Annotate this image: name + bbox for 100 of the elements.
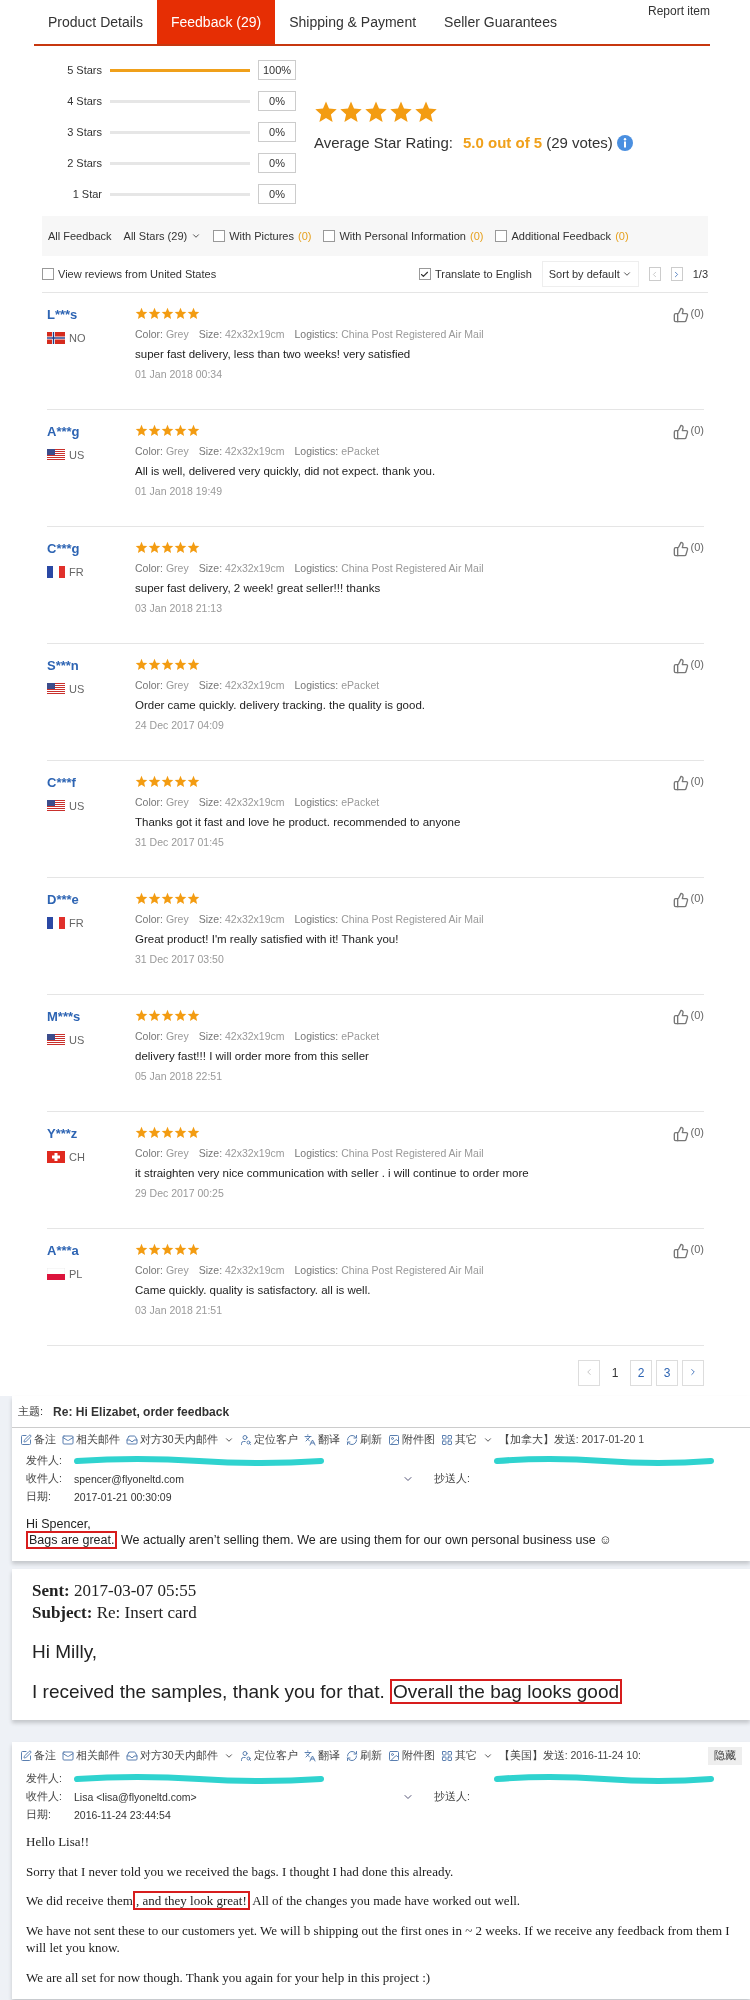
checkbox[interactable]: [323, 230, 336, 242]
like-button[interactable]: (0): [672, 892, 704, 912]
filter-count: (0): [297, 230, 312, 242]
star-icon: [135, 541, 148, 554]
reviewer-name[interactable]: A***g: [47, 424, 135, 439]
star-filter-dropdown[interactable]: All Stars (29): [123, 230, 202, 242]
review-date: 24 Dec 2017 04:09: [135, 719, 225, 731]
average-score: 5.0 out of 5: [463, 134, 543, 151]
star-icon: [174, 1009, 187, 1022]
flag-icon: [47, 917, 65, 929]
checkbox-label[interactable]: With Personal Information: [339, 230, 466, 242]
email-subject: Re: Hi Elizabet, order feedback: [53, 1404, 230, 1419]
like-button[interactable]: (0): [672, 775, 704, 795]
next-page-button[interactable]: [670, 267, 683, 281]
star-icon: [148, 307, 161, 320]
recipient-address: Lisa <lisa@flyoneltd.com>: [74, 1790, 197, 1803]
toolbar-button[interactable]: 定位客户: [239, 1748, 298, 1763]
page-button[interactable]: 2: [630, 1360, 652, 1386]
toolbar-button[interactable]: 附件图: [387, 1748, 435, 1763]
email-date: 2017-01-21 00:30:09: [74, 1491, 173, 1503]
reviewer-name[interactable]: A***a: [47, 1243, 135, 1258]
checkbox-label[interactable]: Additional Feedback: [511, 230, 612, 242]
info-icon[interactable]: [616, 134, 633, 151]
vote-count: (29 votes): [546, 134, 613, 151]
user-search-icon: [239, 1434, 252, 1446]
like-button[interactable]: (0): [672, 1243, 704, 1263]
email-paragraph: Bags are great. We actually aren’t selling them. We are using them for our own personal business use ☺: [26, 1532, 736, 1549]
reviewer-name[interactable]: D***e: [47, 892, 135, 907]
tab[interactable]: Seller Guarantees: [430, 0, 571, 44]
thumbs-up-icon: [672, 1243, 689, 1259]
sort-dropdown[interactable]: Sort by default: [541, 261, 639, 287]
toolbar-button[interactable]: 翻译: [303, 1433, 340, 1447]
caret-icon: [223, 1435, 234, 1445]
reviewer-name[interactable]: S***n: [47, 658, 135, 673]
flag-icon: [47, 1034, 65, 1046]
checkbox[interactable]: [42, 268, 54, 280]
toolbar-button[interactable]: 对方30天内邮件: [126, 1748, 234, 1763]
pencil-icon: [20, 1434, 32, 1446]
reviewer-name[interactable]: M***s: [47, 1009, 135, 1024]
reviewer-name[interactable]: C***g: [47, 541, 135, 556]
checkbox[interactable]: [418, 268, 431, 280]
toolbar-button[interactable]: 刷新: [345, 1748, 382, 1763]
toolbar-button[interactable]: 备注: [20, 1748, 56, 1763]
user-search-icon: [239, 1749, 252, 1762]
sent-time: 【加拿大】发送: 2017-01-20 1: [498, 1433, 644, 1447]
report-link[interactable]: Report item: [647, 0, 710, 44]
country-code: US: [69, 800, 85, 812]
tab[interactable]: Feedback (29): [156, 0, 276, 44]
toolbar-button[interactable]: 翻译: [303, 1748, 340, 1763]
filter-count: (0): [470, 230, 484, 242]
toolbar-button[interactable]: 刷新: [345, 1433, 382, 1447]
page-button[interactable]: 3: [656, 1360, 678, 1386]
product-attribute: Size: 42x32x19cm: [198, 913, 285, 925]
star-icon: [135, 424, 148, 437]
reviewer-name[interactable]: Y***z: [47, 1126, 135, 1141]
toolbar-button[interactable]: 相关邮件: [62, 1748, 120, 1763]
like-button[interactable]: (0): [672, 658, 704, 678]
country-code: FR: [69, 917, 84, 929]
review-date: 03 Jan 2018 21:51: [135, 1304, 223, 1316]
star-icon: [135, 892, 148, 905]
flag-icon: [47, 683, 65, 695]
like-button[interactable]: (0): [672, 1009, 704, 1029]
hide-button[interactable]: 隐藏: [708, 1746, 742, 1765]
review-text: super fast delivery, 2 week! great seller!!! thanks: [135, 582, 382, 594]
like-button[interactable]: (0): [672, 1126, 704, 1146]
tab[interactable]: Shipping & Payment: [275, 0, 431, 44]
toolbar-button[interactable]: 对方30天内邮件: [126, 1433, 234, 1447]
rating-percent: 0%: [258, 122, 296, 142]
rating-percent: 0%: [258, 184, 296, 204]
star-icon: [187, 424, 200, 437]
reviewer-name[interactable]: C***f: [47, 775, 135, 790]
tab[interactable]: Product Details: [34, 0, 157, 44]
star-icon: [187, 307, 200, 320]
checkbox[interactable]: [213, 230, 226, 242]
star-icon: [161, 1243, 174, 1256]
checkbox-label[interactable]: View reviews from United States: [58, 268, 217, 280]
review-text: All is well, delivered very quickly, did not expect. thank you.: [135, 465, 437, 477]
grid-icon: [440, 1434, 453, 1446]
like-button[interactable]: (0): [672, 307, 704, 327]
checkbox[interactable]: [495, 230, 508, 242]
grid-icon: [440, 1749, 453, 1762]
product-attribute: Color: Grey: [135, 913, 189, 925]
checkbox-label[interactable]: Translate to English: [434, 268, 532, 280]
toolbar-button[interactable]: 附件图: [387, 1433, 435, 1447]
like-button[interactable]: (0): [672, 424, 704, 444]
toolbar-button[interactable]: 备注: [20, 1433, 56, 1447]
rating-label: 3 Stars: [66, 126, 102, 138]
checkbox-label[interactable]: With Pictures: [229, 230, 294, 242]
like-button[interactable]: (0): [672, 541, 704, 561]
previous-page-button[interactable]: [648, 267, 661, 281]
toolbar-button[interactable]: 其它: [440, 1433, 493, 1447]
reviewer-name[interactable]: L***s: [47, 307, 135, 322]
toolbar-button[interactable]: 定位客户: [239, 1433, 298, 1447]
toolbar-button[interactable]: 其它: [440, 1748, 493, 1763]
flag-icon: [47, 1151, 65, 1163]
field-label: 日期:: [26, 1490, 52, 1504]
country-code: NO: [69, 332, 86, 344]
toolbar-button[interactable]: 相关邮件: [62, 1433, 120, 1447]
star-icon: [135, 307, 148, 320]
filter-label[interactable]: All Feedback: [48, 230, 112, 242]
